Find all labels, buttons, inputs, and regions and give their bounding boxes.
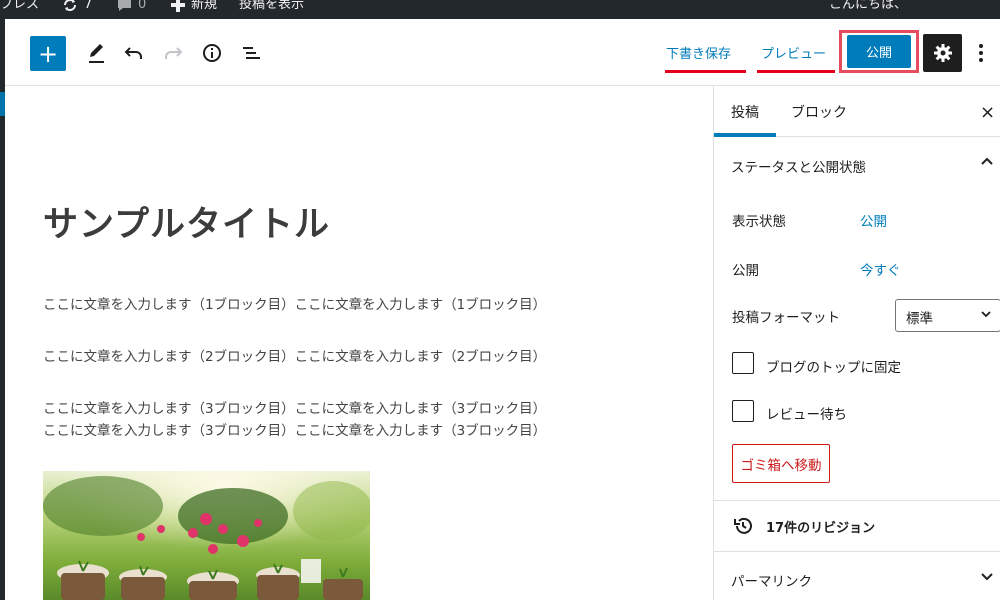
pencil-icon [89, 44, 104, 63]
admin-bar-site-link[interactable]: プレス [0, 0, 39, 13]
paragraph-block[interactable]: ここに文章を入力します（2ブロック目）ここに文章を入力します（2ブロック目） [43, 346, 546, 368]
move-to-trash-button[interactable]: ゴミ箱へ移動 [732, 444, 830, 483]
history-icon [734, 517, 752, 534]
comments-icon [118, 0, 131, 11]
admin-bar: プレス 7 0 新規 投稿を表示 こんにちは、 [0, 0, 1000, 19]
save-draft-button[interactable]: 下書き保存 [666, 43, 731, 62]
more-vertical-icon [979, 44, 983, 62]
pending-review-checkbox[interactable] [732, 400, 754, 422]
list-view-icon [243, 47, 260, 59]
paragraph-block-line-2[interactable]: ここに文章を入力します（3ブロック目）ここに文章を入力します（3ブロック目） [43, 420, 546, 442]
redo-button[interactable] [158, 36, 188, 70]
chevron-down-icon [981, 311, 991, 318]
pending-review-label[interactable]: レビュー待ち [766, 403, 847, 423]
divider [714, 500, 1000, 501]
permalink-panel-title[interactable]: パーマリンク [731, 570, 812, 590]
revisions-link[interactable]: 17件のリビジョン [766, 517, 875, 536]
admin-bar-new[interactable]: 新規 [171, 0, 217, 13]
publish-date-label: 公開 [732, 263, 759, 279]
paragraph-block[interactable]: ここに文章を入力します（3ブロック目）ここに文章を入力します（3ブロック目） [43, 398, 546, 420]
publish-button[interactable]: 公開 [847, 35, 911, 68]
paragraph-block[interactable]: ここに文章を入力します（1ブロック目）ここに文章を入力します（1ブロック目） [43, 294, 546, 316]
publish-date-toggle[interactable]: 今すぐ [860, 259, 901, 279]
outline-button[interactable] [236, 36, 266, 70]
plus-icon [171, 0, 185, 12]
admin-bar-comments[interactable]: 0 [117, 0, 146, 13]
sticky-checkbox[interactable] [732, 352, 754, 374]
preview-highlight [757, 70, 835, 73]
post-format-value: 標準 [906, 311, 933, 327]
image-block[interactable] [43, 471, 370, 600]
visibility-label: 表示状態 [732, 214, 786, 230]
admin-bar-view-post[interactable]: 投稿を表示 [239, 0, 304, 13]
new-label: 新規 [191, 0, 218, 12]
admin-bar-greeting[interactable]: こんにちは、 [829, 0, 907, 13]
divider [714, 551, 1000, 552]
gear-icon [933, 44, 952, 62]
settings-sidebar: 投稿 ブロック × ステータスと公開状態 表示状態 公開 公開 今すぐ 投稿フォ… [713, 86, 1000, 600]
chevron-down-icon[interactable] [980, 570, 994, 584]
tab-block[interactable]: ブロック [791, 102, 847, 122]
updates-icon [64, 0, 76, 11]
preview-button[interactable]: プレビュー [761, 43, 826, 62]
close-sidebar-button[interactable]: × [980, 102, 995, 123]
sidebar-tabs: 投稿 ブロック × [714, 86, 1000, 137]
visibility-toggle[interactable]: 公開 [860, 210, 887, 230]
sticky-label[interactable]: ブログのトップに固定 [766, 356, 901, 376]
editor-header: + 下書き保存 プレビュー 公開 [5, 19, 1000, 86]
more-options-button[interactable] [972, 37, 990, 69]
add-block-button[interactable]: + [30, 36, 66, 71]
save-draft-highlight [665, 70, 746, 73]
tools-button[interactable] [81, 36, 111, 70]
undo-icon [124, 47, 142, 59]
post-format-select[interactable]: 標準 [895, 299, 1000, 332]
comments-count: 0 [138, 0, 147, 12]
updates-count: 7 [84, 0, 93, 12]
garden-photo [43, 471, 370, 600]
post-format-label: 投稿フォーマット [732, 310, 840, 326]
active-tab-indicator [714, 133, 776, 137]
tab-post[interactable]: 投稿 [731, 102, 759, 122]
details-button[interactable] [197, 36, 227, 70]
admin-bar-updates[interactable]: 7 [62, 0, 92, 13]
info-icon [203, 44, 221, 62]
redo-icon [165, 47, 183, 59]
chevron-up-icon[interactable] [980, 154, 994, 168]
post-title[interactable]: サンプルタイトル [43, 196, 330, 247]
editor-canvas: サンプルタイトル ここに文章を入力します（1ブロック目）ここに文章を入力します（… [5, 86, 713, 600]
undo-button[interactable] [119, 36, 149, 70]
settings-button[interactable] [923, 34, 962, 72]
status-panel-title[interactable]: ステータスと公開状態 [731, 156, 866, 176]
